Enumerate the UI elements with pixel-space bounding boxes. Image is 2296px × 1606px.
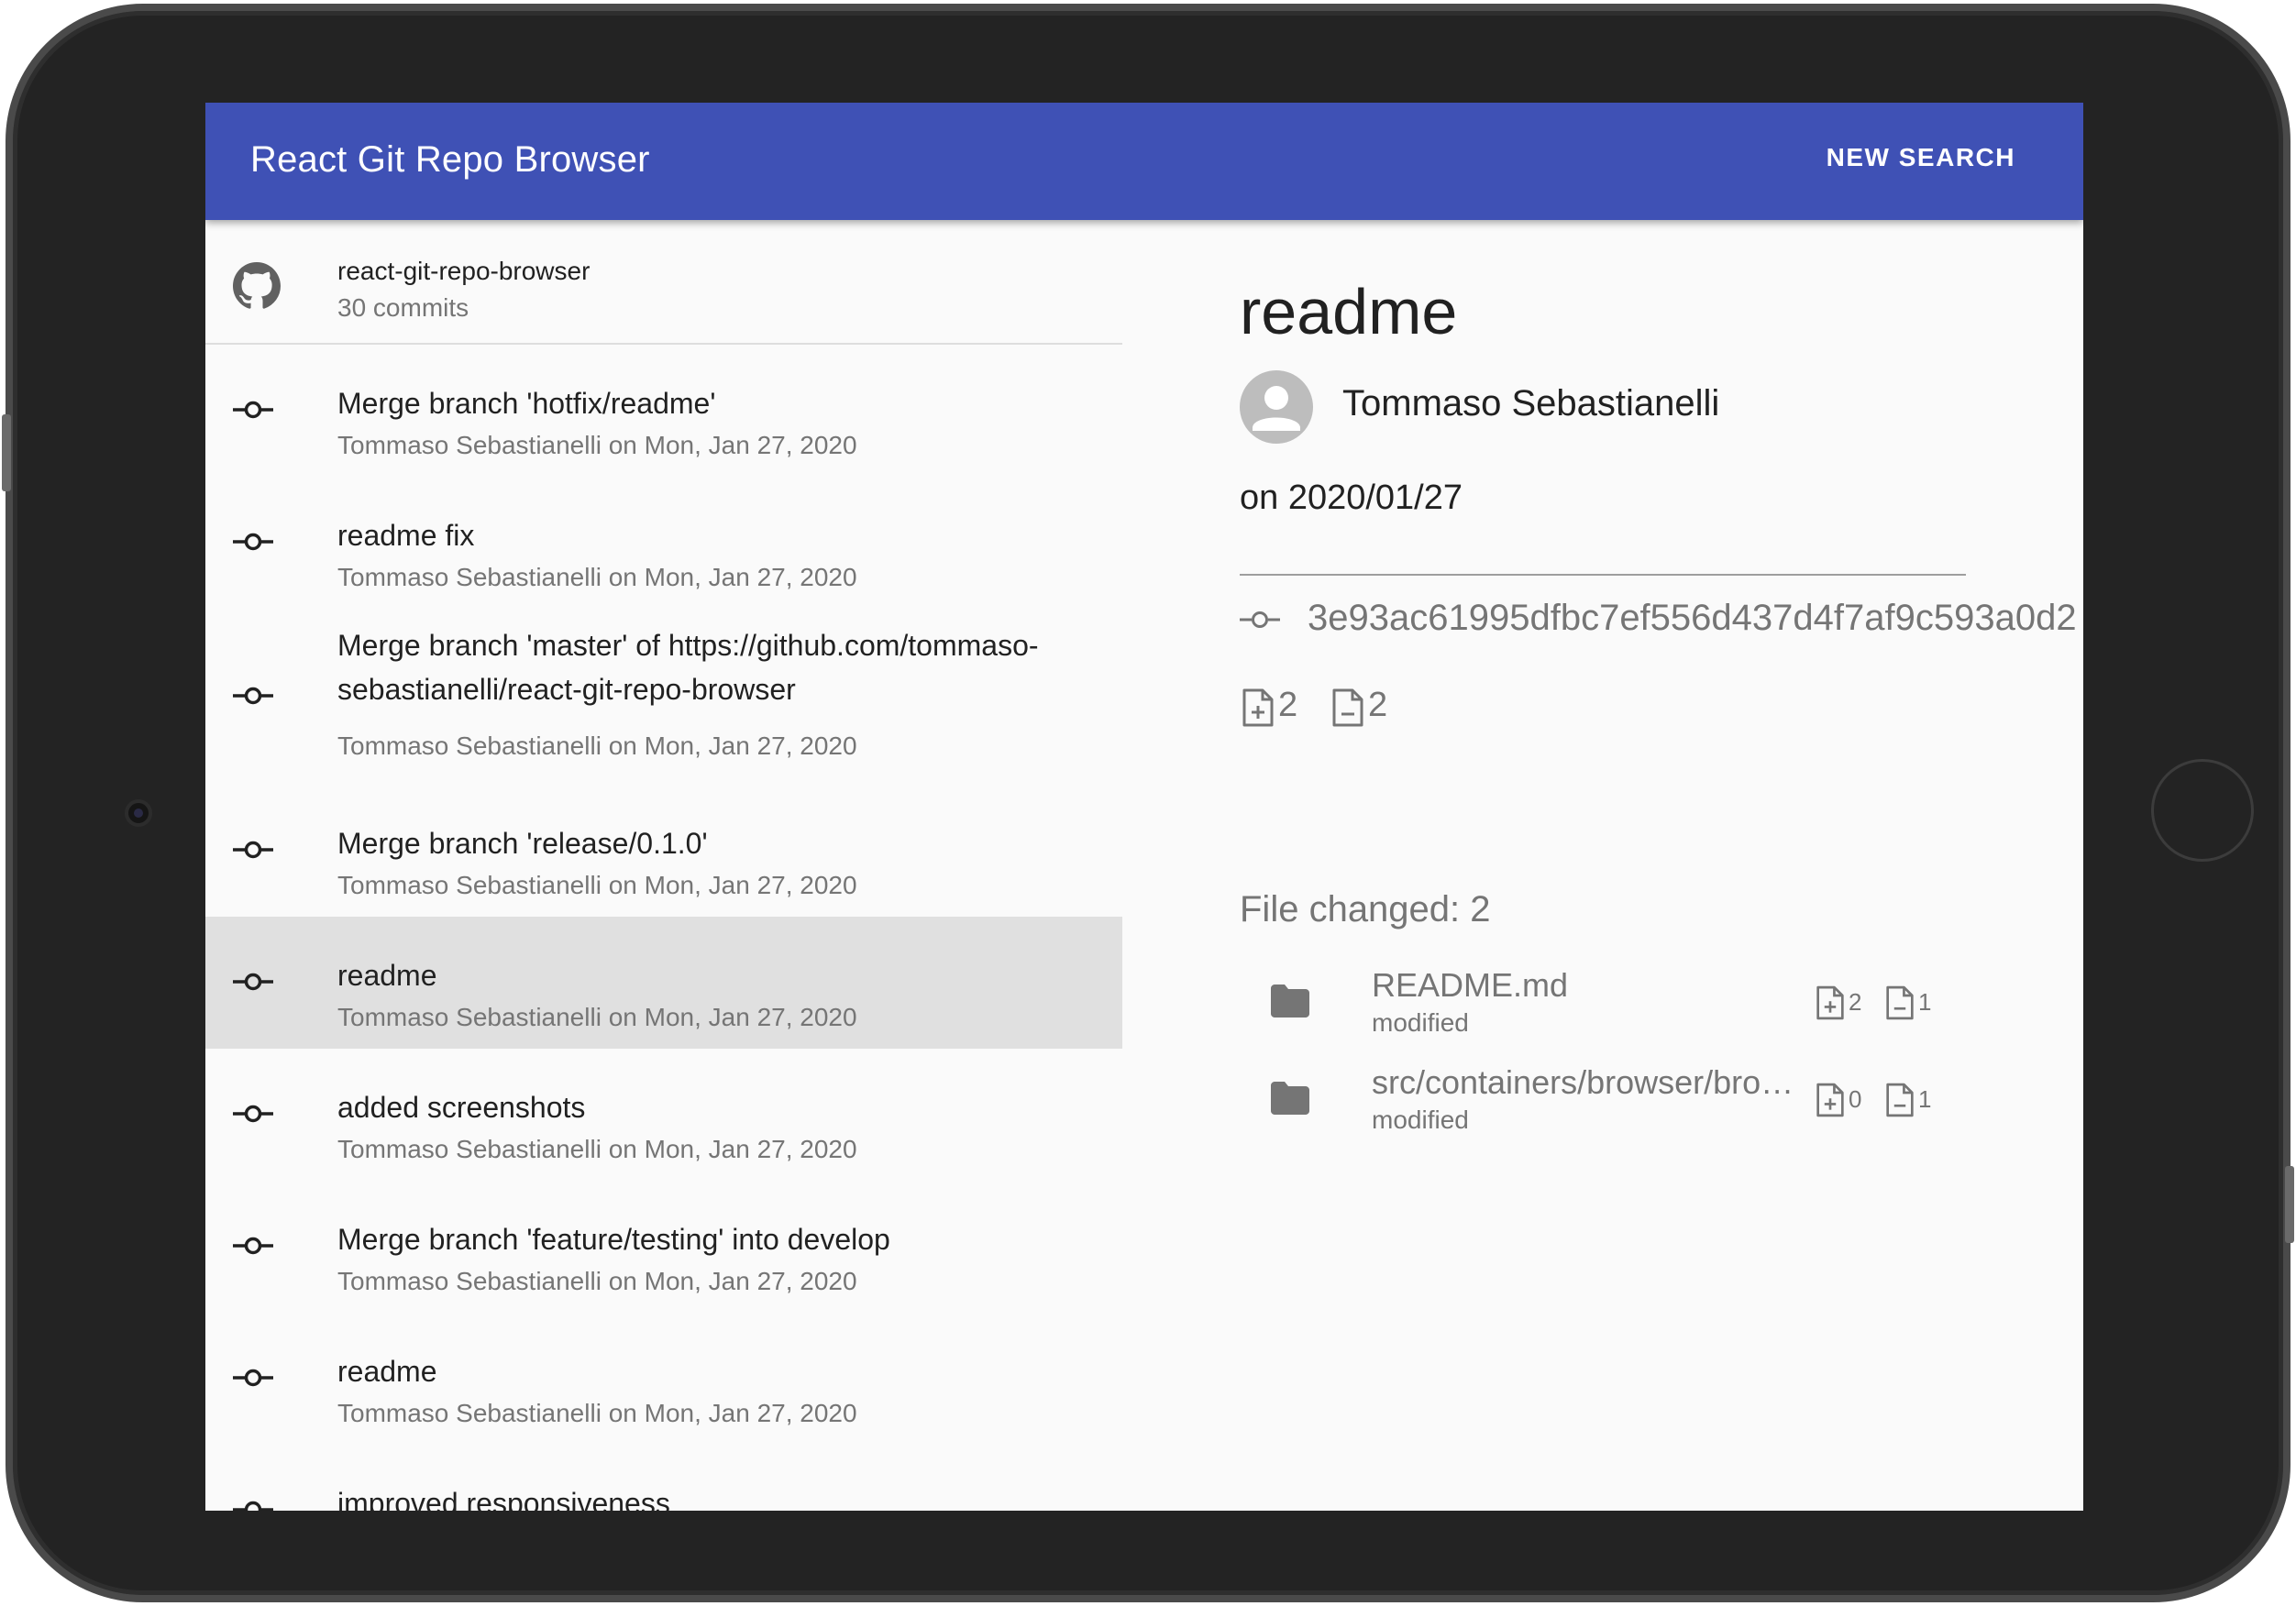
file-deletions: 1 xyxy=(1918,1085,1932,1113)
commit-title: Merge branch 'feature/testing' into deve… xyxy=(337,1223,890,1256)
commit-meta: Tommaso Sebastianelli on Mon, Jan 27, 20… xyxy=(337,1399,857,1427)
file-minus-icon xyxy=(1886,1083,1914,1117)
file-plus-icon xyxy=(1816,1083,1844,1117)
folder-icon xyxy=(1271,1082,1309,1115)
repo-name: react-git-repo-browser xyxy=(337,257,591,285)
commit-title: readme xyxy=(337,959,437,992)
file-item[interactable]: README.md modified 2 1 xyxy=(1240,961,2065,1052)
file-item[interactable]: src/containers/browser/browser.js modifi… xyxy=(1240,1058,2065,1150)
screen: React Git Repo Browser NEW SEARCH react-… xyxy=(205,103,2083,1511)
power-button xyxy=(2285,1166,2294,1243)
avatar-icon xyxy=(1240,370,1313,444)
commit-meta: Tommaso Sebastianelli on Mon, Jan 27, 20… xyxy=(337,1267,857,1295)
commit-icon xyxy=(233,973,273,991)
commit-title: added screenshots xyxy=(337,1091,586,1124)
commit-item[interactable]: Merge branch 'release/0.1.0' Tommaso Seb… xyxy=(205,785,1122,917)
commit-item[interactable]: Merge branch 'hotfix/readme' Tommaso Seb… xyxy=(205,345,1122,477)
commit-item[interactable]: Merge branch 'feature/testing' into deve… xyxy=(205,1181,1122,1313)
divider xyxy=(1240,574,1966,576)
file-minus-icon xyxy=(1332,688,1363,727)
file-name: README.md xyxy=(1372,966,1569,1004)
commit-date: on 2020/01/27 xyxy=(1240,478,1463,517)
commit-meta: Tommaso Sebastianelli on Mon, Jan 27, 20… xyxy=(337,563,857,591)
file-plus-icon xyxy=(1242,688,1274,727)
commit-title: readme fix xyxy=(337,519,475,552)
commit-item[interactable]: Merge branch 'master' of https://github.… xyxy=(205,609,1122,785)
commit-item[interactable]: readme fix Tommaso Sebastianelli on Mon,… xyxy=(205,477,1122,609)
commit-list: react-git-repo-browser 30 commits Merge … xyxy=(205,220,1122,1511)
commit-title: Merge branch 'release/0.1.0' xyxy=(337,827,708,860)
new-search-button[interactable]: NEW SEARCH xyxy=(1827,143,2015,172)
repo-commit-count: 30 commits xyxy=(337,293,469,322)
detail-title: readme xyxy=(1240,276,1458,347)
file-plus-icon xyxy=(1816,985,1844,1020)
volume-button xyxy=(2,414,11,491)
commit-icon xyxy=(233,401,273,419)
app-bar: React Git Repo Browser NEW SEARCH xyxy=(205,103,2083,220)
commit-meta: Tommaso Sebastianelli on Mon, Jan 27, 20… xyxy=(337,732,857,760)
deletions-count: 2 xyxy=(1368,686,1388,724)
file-additions: 0 xyxy=(1849,1085,1862,1113)
commit-icon xyxy=(1240,611,1280,628)
commit-icon xyxy=(233,1237,273,1255)
commit-icon xyxy=(233,1369,273,1387)
app-title: React Git Repo Browser xyxy=(250,139,650,180)
author-name: Tommaso Sebastianelli xyxy=(1342,383,1720,424)
file-status: modified xyxy=(1372,1106,1469,1134)
commit-meta: Tommaso Sebastianelli on Mon, Jan 27, 20… xyxy=(337,431,857,459)
commit-item[interactable]: improved responsiveness xyxy=(205,1445,1122,1511)
files-changed-label: File changed: 2 xyxy=(1240,889,1491,930)
repo-header[interactable]: react-git-repo-browser 30 commits xyxy=(205,220,1122,345)
commit-icon xyxy=(233,533,273,551)
commit-title: improved responsiveness xyxy=(337,1487,670,1511)
commit-item-selected[interactable]: readme Tommaso Sebastianelli on Mon, Jan… xyxy=(205,917,1122,1049)
commit-meta: Tommaso Sebastianelli on Mon, Jan 27, 20… xyxy=(337,1135,857,1163)
commit-meta: Tommaso Sebastianelli on Mon, Jan 27, 20… xyxy=(337,1003,857,1031)
home-button xyxy=(2151,759,2254,862)
file-status: modified xyxy=(1372,1008,1469,1037)
commit-meta: Tommaso Sebastianelli on Mon, Jan 27, 20… xyxy=(337,871,857,899)
file-minus-icon xyxy=(1886,985,1914,1020)
file-name: src/containers/browser/browser.js xyxy=(1372,1063,1795,1101)
commit-icon xyxy=(233,1501,273,1511)
camera xyxy=(125,799,152,827)
additions-count: 2 xyxy=(1278,686,1298,724)
commit-title: Merge branch 'hotfix/readme' xyxy=(337,387,716,420)
folder-icon xyxy=(1271,984,1309,1018)
commit-detail: readme Tommaso Sebastianelli on 2020/01/… xyxy=(1240,220,2083,1511)
commit-item[interactable]: readme Tommaso Sebastianelli on Mon, Jan… xyxy=(205,1313,1122,1445)
commit-icon xyxy=(233,1105,273,1123)
commit-item[interactable]: added screenshots Tommaso Sebastianelli … xyxy=(205,1049,1122,1181)
file-additions: 2 xyxy=(1849,988,1862,1016)
github-icon xyxy=(233,262,281,309)
commit-title: readme xyxy=(337,1355,437,1388)
commit-title: Merge branch 'master' of https://github.… xyxy=(337,629,1039,706)
commit-icon xyxy=(233,687,273,705)
file-deletions: 1 xyxy=(1918,988,1932,1016)
commit-icon xyxy=(233,841,273,859)
commit-sha: 3e93ac61995dfbc7ef556d437d4f7af9c593a0d2 xyxy=(1308,598,2077,638)
